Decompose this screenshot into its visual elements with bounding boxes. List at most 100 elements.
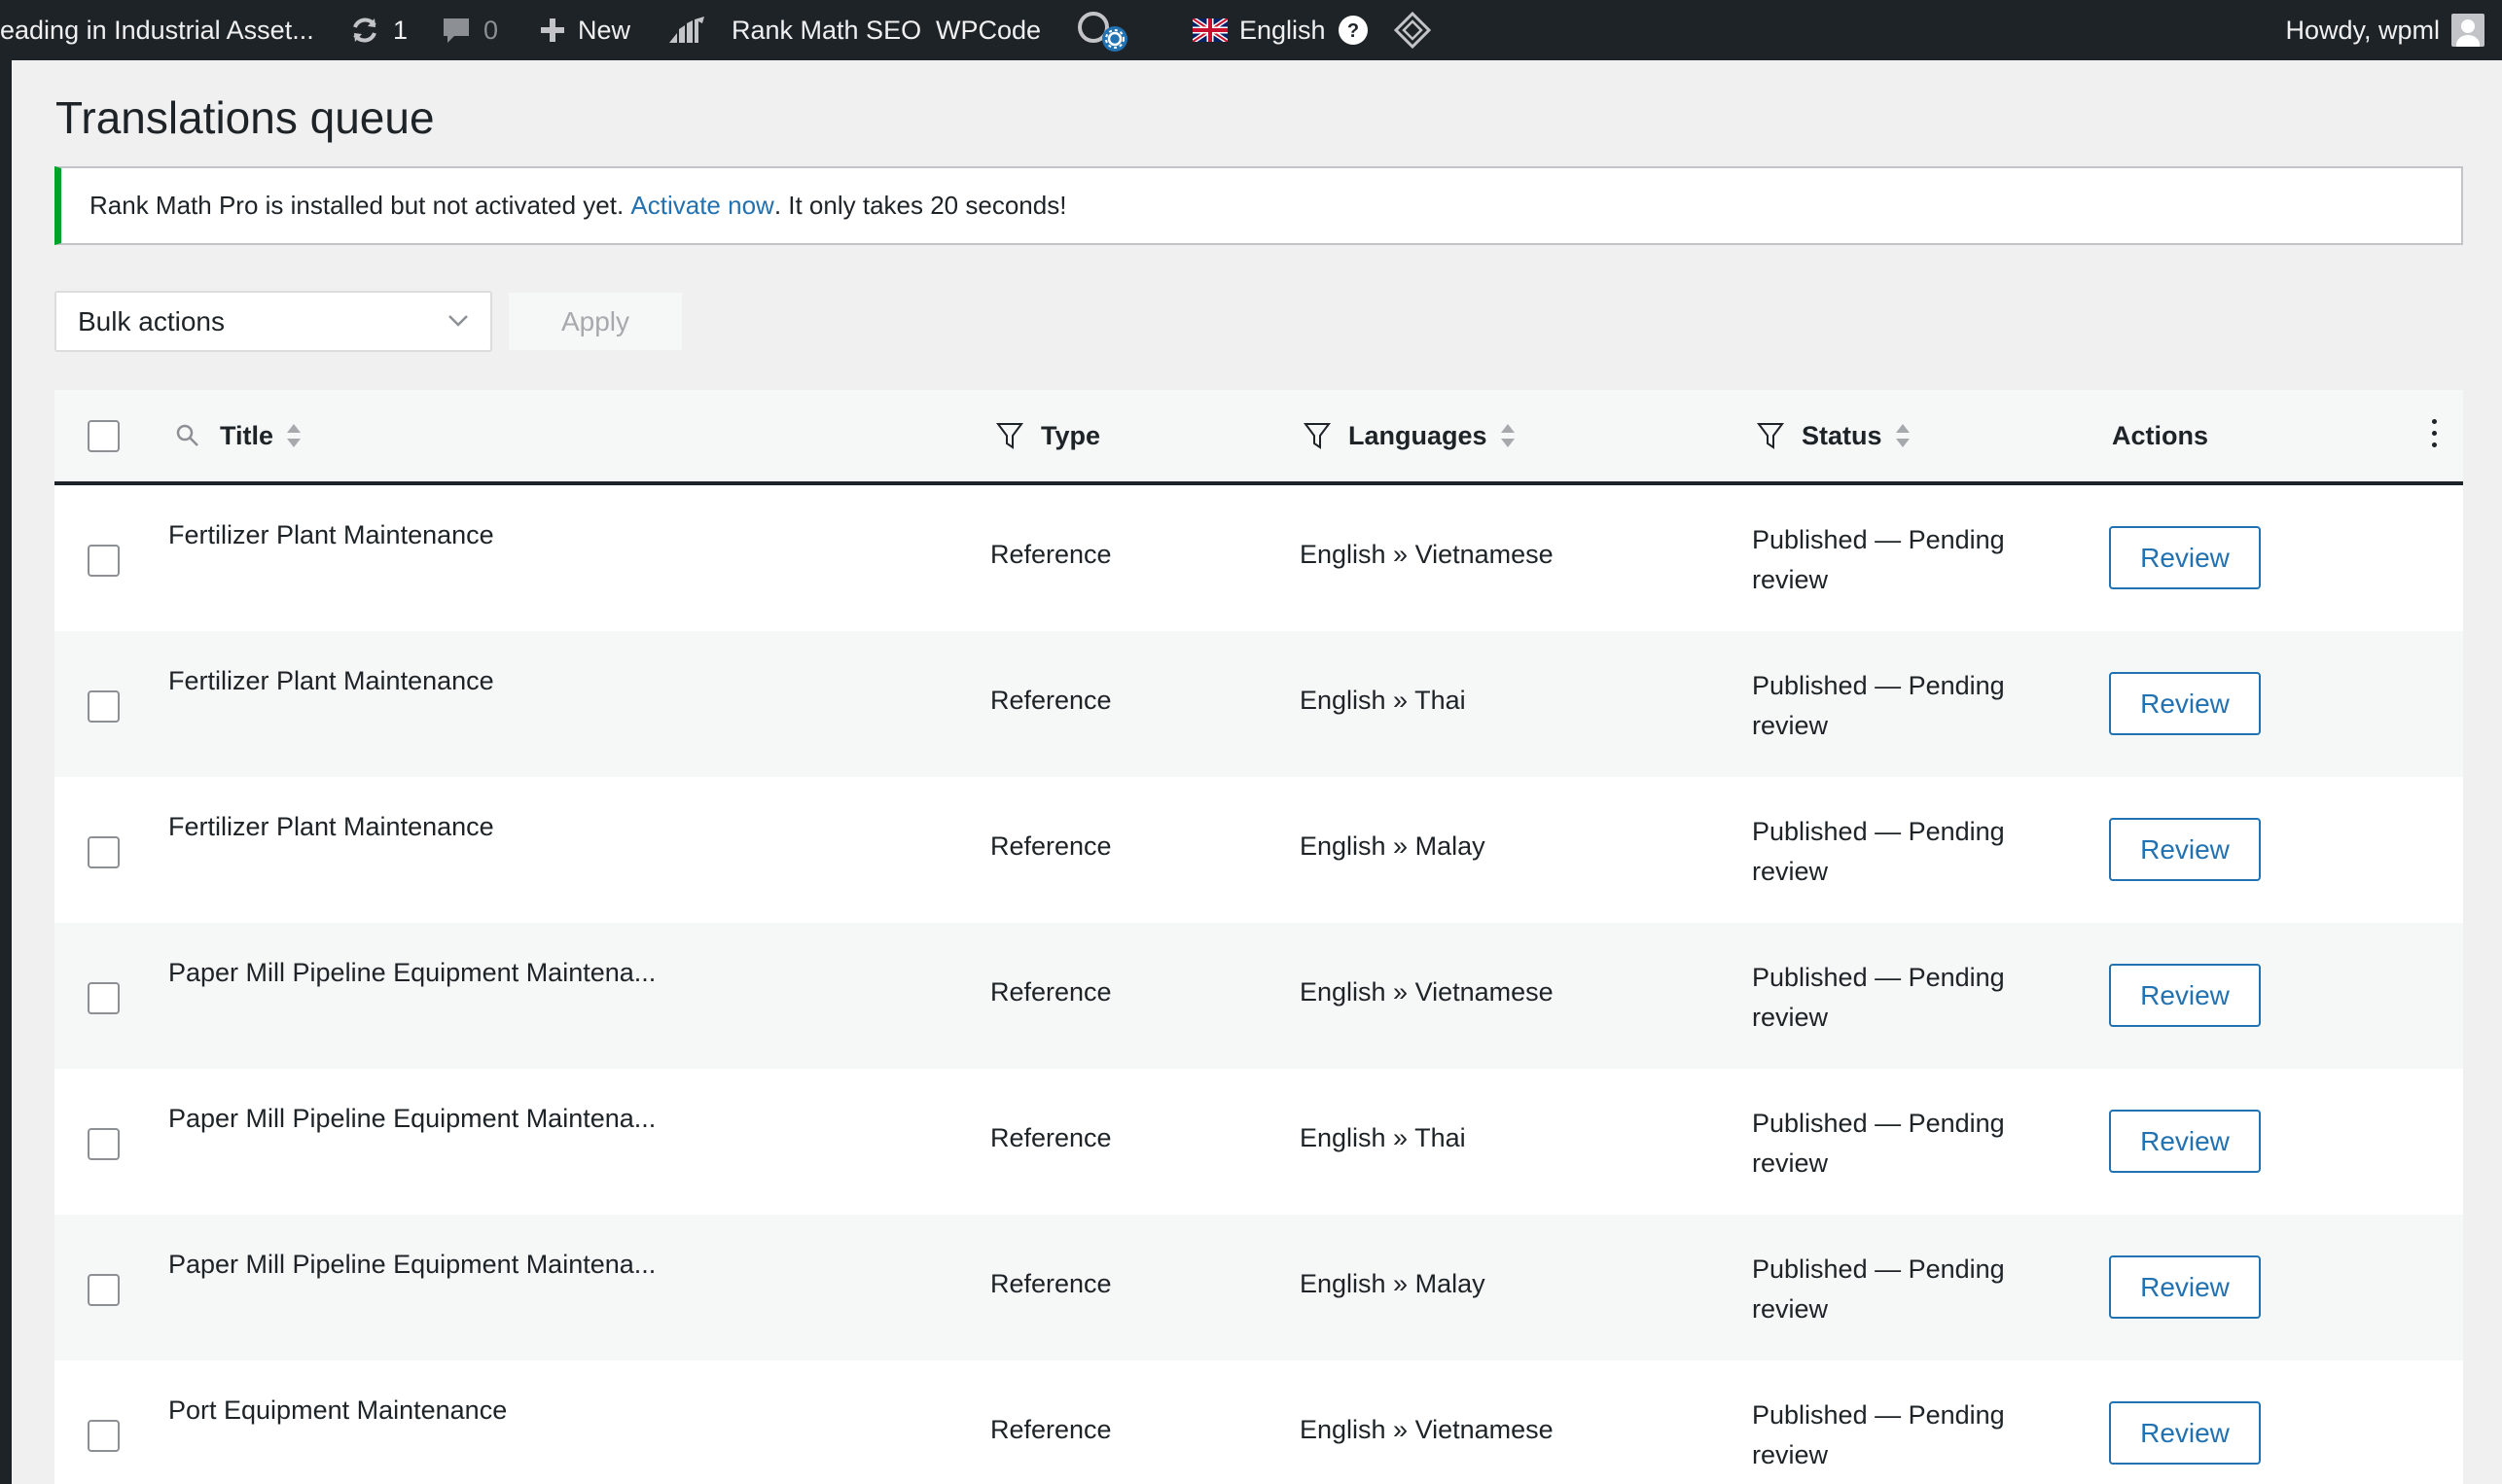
- row-checkbox[interactable]: [88, 836, 120, 868]
- row-type: Reference: [990, 540, 1112, 569]
- row-checkbox[interactable]: [88, 690, 120, 723]
- row-checkbox[interactable]: [88, 982, 120, 1014]
- row-title[interactable]: Fertilizer Plant Maintenance: [168, 812, 494, 842]
- row-type: Reference: [990, 831, 1112, 861]
- row-status: Published — Pending review: [1752, 1254, 2005, 1324]
- avatar: [2451, 14, 2484, 47]
- row-title[interactable]: Fertilizer Plant Maintenance: [168, 520, 494, 550]
- comments-count: 0: [483, 15, 499, 45]
- table-row: Fertilizer Plant Maintenance Reference E…: [54, 485, 2463, 631]
- row-checkbox[interactable]: [88, 1128, 120, 1160]
- wpcode-link[interactable]: WPCode: [936, 0, 1041, 60]
- review-button[interactable]: Review: [2109, 964, 2261, 1027]
- review-button[interactable]: Review: [2109, 672, 2261, 735]
- admin-menu-edge: [0, 60, 12, 1484]
- row-title[interactable]: Port Equipment Maintenance: [168, 1396, 507, 1426]
- greeting: Howdy, wpml: [2285, 15, 2440, 45]
- row-languages: English » Malay: [1300, 831, 1485, 861]
- column-title[interactable]: Title: [175, 390, 302, 481]
- apply-button[interactable]: Apply: [507, 291, 684, 352]
- rank-math-icon: [669, 17, 704, 43]
- row-status: Published — Pending review: [1752, 1400, 2005, 1469]
- svg-text:?: ?: [1346, 20, 1358, 42]
- help-icon[interactable]: ?: [1338, 15, 1369, 46]
- table-row: Fertilizer Plant Maintenance Reference E…: [54, 777, 2463, 923]
- row-status: Published — Pending review: [1752, 525, 2005, 594]
- table-row: Port Equipment Maintenance Reference Eng…: [54, 1360, 2463, 1484]
- row-title[interactable]: Paper Mill Pipeline Equipment Maintena..…: [168, 958, 656, 988]
- row-type: Reference: [990, 1415, 1112, 1444]
- row-languages: English » Vietnamese: [1300, 1415, 1554, 1444]
- row-status: Published — Pending review: [1752, 817, 2005, 886]
- row-title[interactable]: Fertilizer Plant Maintenance: [168, 666, 494, 696]
- row-type: Reference: [990, 1269, 1112, 1298]
- chevron-down-icon: [448, 315, 468, 327]
- column-type-label: Type: [1041, 420, 1101, 450]
- sort-icon[interactable]: [287, 422, 302, 449]
- updates-count: 1: [393, 15, 409, 45]
- row-checkbox[interactable]: [88, 1274, 120, 1306]
- search-icon[interactable]: [175, 423, 200, 448]
- table-header: Title Type Languages Status Actions: [54, 390, 2463, 485]
- rank-math-label: Rank Math SEO: [732, 15, 922, 45]
- row-type: Reference: [990, 1123, 1112, 1152]
- new-content-link[interactable]: New: [539, 0, 630, 60]
- table-row: Paper Mill Pipeline Equipment Maintena..…: [54, 1069, 2463, 1215]
- plus-icon: [541, 18, 564, 42]
- select-all-cell: [88, 390, 120, 481]
- column-options-icon[interactable]: [2432, 419, 2438, 450]
- review-button[interactable]: Review: [2109, 1255, 2261, 1319]
- row-languages: English » Thai: [1300, 1123, 1466, 1152]
- filter-icon[interactable]: [996, 421, 1023, 450]
- comments-link[interactable]: 0: [441, 0, 498, 60]
- notice-text-before: Rank Math Pro is installed but not activ…: [89, 191, 631, 220]
- column-type[interactable]: Type: [996, 390, 1100, 481]
- translations-table: Title Type Languages Status Actions Fert…: [54, 390, 2463, 1484]
- my-account[interactable]: Howdy, wpml: [2285, 0, 2484, 60]
- language-label: English: [1239, 15, 1326, 45]
- updates-link[interactable]: 1: [348, 0, 408, 60]
- row-title[interactable]: Paper Mill Pipeline Equipment Maintena..…: [168, 1104, 656, 1134]
- bulk-actions-select[interactable]: Bulk actions: [54, 291, 492, 352]
- review-button[interactable]: Review: [2109, 818, 2261, 881]
- row-languages: English » Vietnamese: [1300, 977, 1554, 1007]
- review-button[interactable]: Review: [2109, 1110, 2261, 1173]
- wpml-status-link[interactable]: [1076, 0, 1138, 60]
- bulk-actions-label: Bulk actions: [78, 305, 225, 336]
- row-checkbox[interactable]: [88, 545, 120, 577]
- uk-flag-icon: [1193, 18, 1228, 42]
- column-actions-label: Actions: [2112, 420, 2209, 450]
- page-title: Translations queue: [55, 92, 435, 143]
- row-status: Published — Pending review: [1752, 1109, 2005, 1178]
- column-actions: Actions: [1139, 390, 2208, 481]
- admin-bar: eading in Industrial Asset... 1 0 New Ra…: [0, 0, 2502, 60]
- row-title[interactable]: Paper Mill Pipeline Equipment Maintena..…: [168, 1250, 656, 1280]
- rank-math-notice: Rank Math Pro is installed but not activ…: [54, 166, 2463, 245]
- row-status: Published — Pending review: [1752, 963, 2005, 1032]
- row-checkbox[interactable]: [88, 1420, 120, 1452]
- diamond-icon: [1393, 11, 1432, 50]
- notice-text-after: . It only takes 20 seconds!: [773, 191, 1067, 220]
- row-languages: English » Thai: [1300, 686, 1466, 715]
- review-button[interactable]: Review: [2109, 526, 2261, 589]
- table-row: Paper Mill Pipeline Equipment Maintena..…: [54, 1215, 2463, 1360]
- row-languages: English » Vietnamese: [1300, 540, 1554, 569]
- row-type: Reference: [990, 686, 1112, 715]
- wpml-gear-icon: [1078, 12, 1127, 52]
- language-switcher[interactable]: English ?: [1193, 0, 1369, 60]
- row-type: Reference: [990, 977, 1112, 1007]
- rank-math-link[interactable]: Rank Math SEO: [667, 0, 921, 60]
- column-title-label: Title: [220, 420, 274, 450]
- select-all-checkbox[interactable]: [88, 419, 120, 452]
- table-row: Fertilizer Plant Maintenance Reference E…: [54, 631, 2463, 777]
- activate-now-link[interactable]: Activate now: [630, 191, 773, 221]
- comment-icon: [444, 18, 469, 43]
- table-row: Paper Mill Pipeline Equipment Maintena..…: [54, 923, 2463, 1069]
- diamond-link[interactable]: [1393, 0, 1432, 60]
- site-name: eading in Industrial Asset...: [0, 15, 314, 45]
- row-languages: English » Malay: [1300, 1269, 1485, 1298]
- updates-icon: [353, 18, 376, 43]
- review-button[interactable]: Review: [2109, 1401, 2261, 1465]
- site-name-link[interactable]: eading in Industrial Asset...: [0, 0, 314, 60]
- row-status: Published — Pending review: [1752, 671, 2005, 740]
